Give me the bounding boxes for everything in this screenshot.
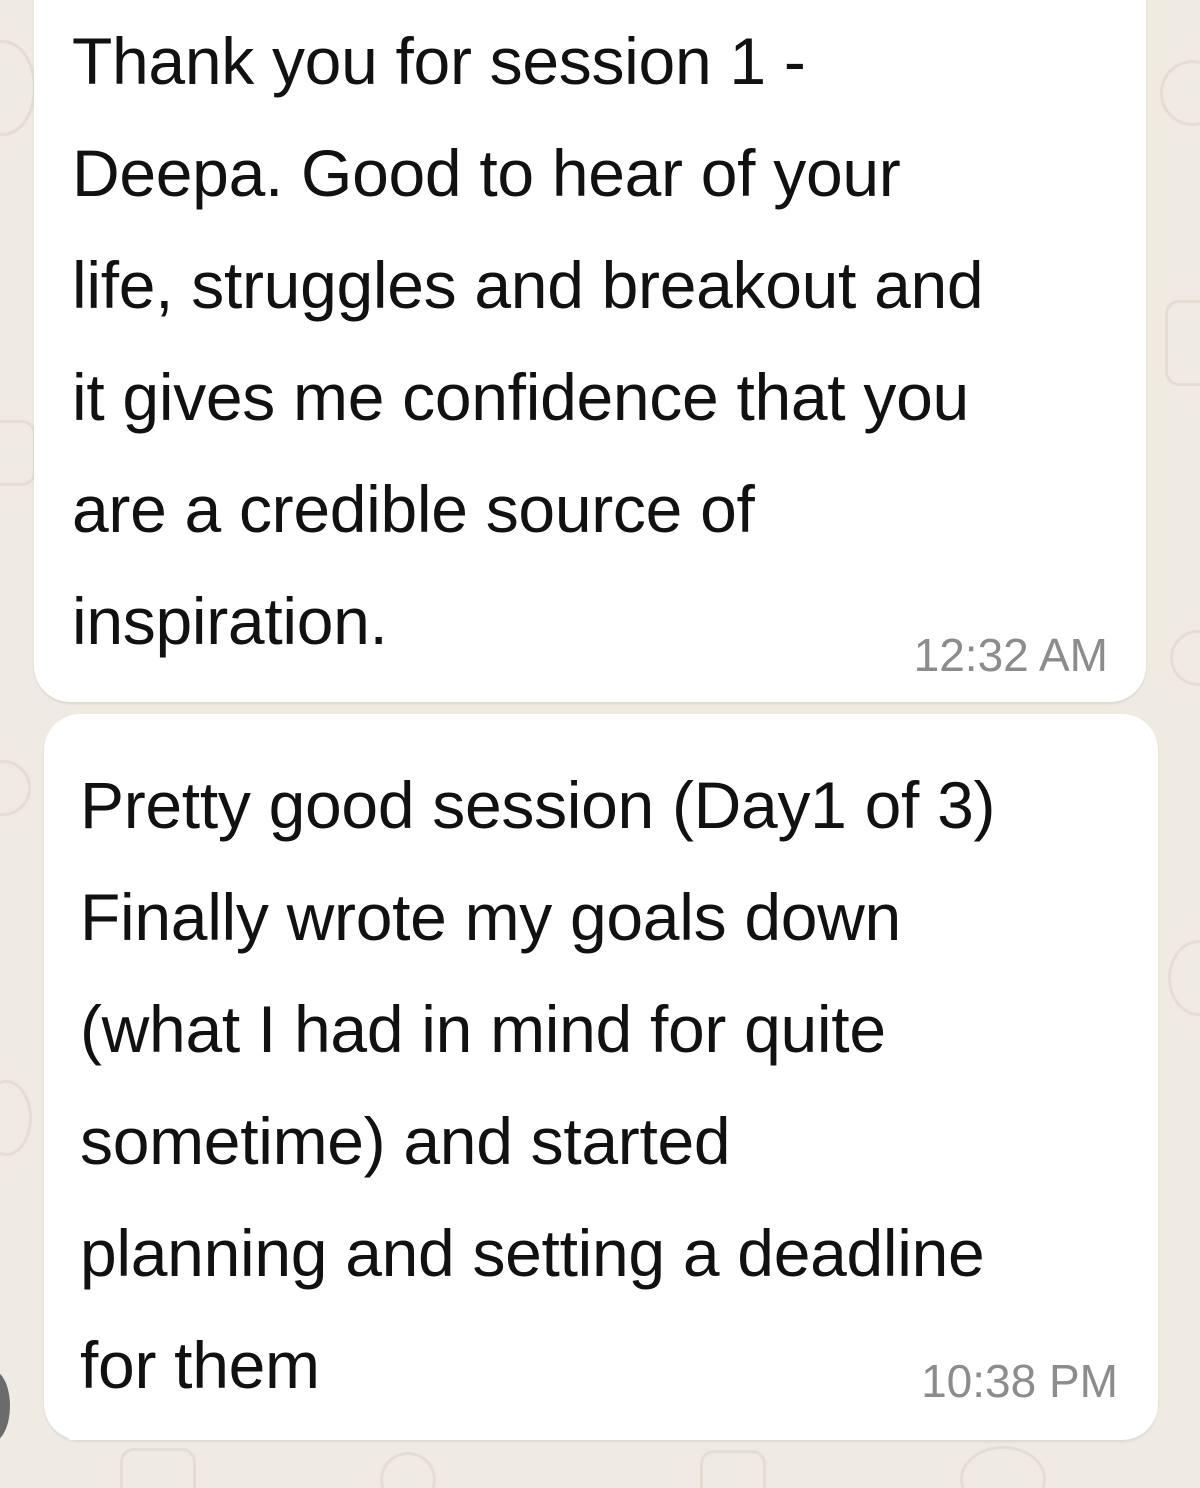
wallpaper-doodle: [0, 40, 36, 136]
message-bubble[interactable]: Thank you for session 1 - Deepa. Good to…: [34, 0, 1146, 702]
message-text: Pretty good session (Day1 of 3) Finally …: [80, 768, 996, 1402]
wallpaper-doodle: [1165, 300, 1200, 386]
wallpaper-doodle: [0, 1080, 32, 1156]
message-text: Thank you for session 1 - Deepa. Good to…: [72, 24, 984, 658]
wallpaper-doodle: [1170, 630, 1200, 686]
message-bubble[interactable]: Pretty good session (Day1 of 3) Finally …: [44, 714, 1158, 1440]
wallpaper-doodle: [960, 1446, 1046, 1488]
wallpaper-doodle: [1160, 60, 1200, 126]
wallpaper-doodle: [380, 1452, 436, 1488]
wallpaper-doodle: [120, 1448, 196, 1488]
message-timestamp: 10:38 PM: [921, 1355, 1118, 1407]
wallpaper-doodle: [0, 420, 36, 486]
wallpaper-doodle: [1168, 940, 1200, 1016]
message-timestamp: 12:32 AM: [913, 629, 1108, 681]
wallpaper-doodle: [700, 1450, 766, 1488]
wallpaper-doodle: [0, 760, 31, 816]
